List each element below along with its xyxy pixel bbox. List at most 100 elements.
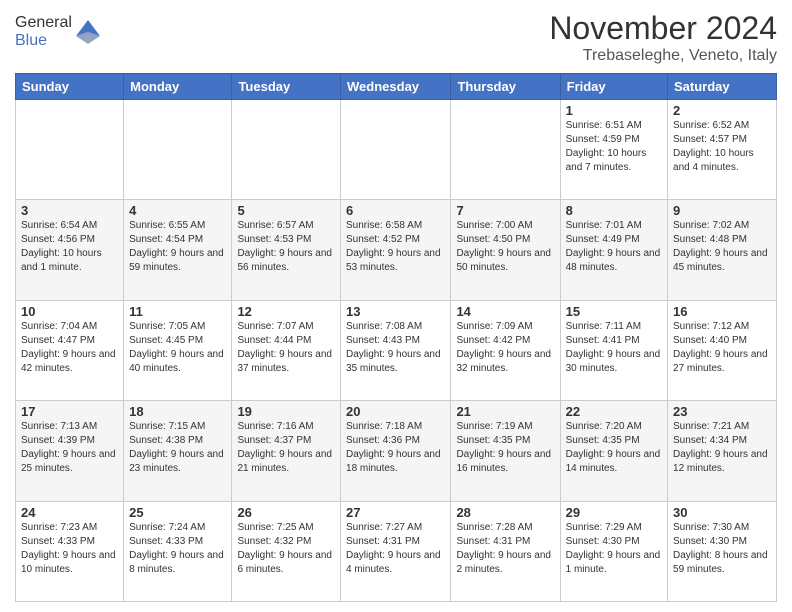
day-number: 24: [21, 505, 118, 520]
day-info: Sunrise: 7:01 AM Sunset: 4:49 PM Dayligh…: [566, 219, 662, 275]
logo: General Blue: [15, 14, 102, 50]
day-number: 15: [566, 304, 662, 319]
calendar-cell: 1Sunrise: 6:51 AM Sunset: 4:59 PM Daylig…: [560, 100, 667, 200]
calendar-cell: 25Sunrise: 7:24 AM Sunset: 4:33 PM Dayli…: [124, 501, 232, 601]
day-info: Sunrise: 7:05 AM Sunset: 4:45 PM Dayligh…: [129, 320, 226, 376]
calendar-cell: 14Sunrise: 7:09 AM Sunset: 4:42 PM Dayli…: [451, 300, 560, 400]
day-info: Sunrise: 7:25 AM Sunset: 4:32 PM Dayligh…: [237, 521, 335, 577]
day-number: 6: [346, 203, 445, 218]
calendar-cell: 13Sunrise: 7:08 AM Sunset: 4:43 PM Dayli…: [341, 300, 451, 400]
day-info: Sunrise: 7:27 AM Sunset: 4:31 PM Dayligh…: [346, 521, 445, 577]
calendar-header-row: SundayMondayTuesdayWednesdayThursdayFrid…: [16, 74, 777, 100]
day-number: 7: [456, 203, 554, 218]
title-block: November 2024 Trebaseleghe, Veneto, Ital…: [549, 10, 777, 65]
calendar-cell: 30Sunrise: 7:30 AM Sunset: 4:30 PM Dayli…: [668, 501, 777, 601]
calendar-week-row: 17Sunrise: 7:13 AM Sunset: 4:39 PM Dayli…: [16, 401, 777, 501]
calendar-cell: 9Sunrise: 7:02 AM Sunset: 4:48 PM Daylig…: [668, 200, 777, 300]
day-info: Sunrise: 7:16 AM Sunset: 4:37 PM Dayligh…: [237, 420, 335, 476]
weekday-header: Monday: [124, 74, 232, 100]
day-info: Sunrise: 7:15 AM Sunset: 4:38 PM Dayligh…: [129, 420, 226, 476]
calendar-cell: 15Sunrise: 7:11 AM Sunset: 4:41 PM Dayli…: [560, 300, 667, 400]
day-info: Sunrise: 7:07 AM Sunset: 4:44 PM Dayligh…: [237, 320, 335, 376]
day-number: 30: [673, 505, 771, 520]
weekday-header: Saturday: [668, 74, 777, 100]
calendar-cell: 6Sunrise: 6:58 AM Sunset: 4:52 PM Daylig…: [341, 200, 451, 300]
day-number: 20: [346, 404, 445, 419]
day-info: Sunrise: 7:28 AM Sunset: 4:31 PM Dayligh…: [456, 521, 554, 577]
weekday-header: Friday: [560, 74, 667, 100]
calendar-week-row: 3Sunrise: 6:54 AM Sunset: 4:56 PM Daylig…: [16, 200, 777, 300]
day-number: 3: [21, 203, 118, 218]
calendar-table: SundayMondayTuesdayWednesdayThursdayFrid…: [15, 73, 777, 602]
day-info: Sunrise: 6:57 AM Sunset: 4:53 PM Dayligh…: [237, 219, 335, 275]
day-number: 14: [456, 304, 554, 319]
calendar-cell: 27Sunrise: 7:27 AM Sunset: 4:31 PM Dayli…: [341, 501, 451, 601]
header: General Blue November 2024 Trebaseleghe,…: [15, 10, 777, 65]
day-info: Sunrise: 6:52 AM Sunset: 4:57 PM Dayligh…: [673, 119, 771, 175]
day-number: 10: [21, 304, 118, 319]
calendar-cell: [451, 100, 560, 200]
day-info: Sunrise: 7:12 AM Sunset: 4:40 PM Dayligh…: [673, 320, 771, 376]
logo-icon: [74, 18, 102, 46]
calendar-week-row: 1Sunrise: 6:51 AM Sunset: 4:59 PM Daylig…: [16, 100, 777, 200]
calendar-cell: 3Sunrise: 6:54 AM Sunset: 4:56 PM Daylig…: [16, 200, 124, 300]
day-number: 9: [673, 203, 771, 218]
day-info: Sunrise: 6:51 AM Sunset: 4:59 PM Dayligh…: [566, 119, 662, 175]
day-number: 2: [673, 103, 771, 118]
calendar-cell: 8Sunrise: 7:01 AM Sunset: 4:49 PM Daylig…: [560, 200, 667, 300]
day-number: 4: [129, 203, 226, 218]
day-info: Sunrise: 7:30 AM Sunset: 4:30 PM Dayligh…: [673, 521, 771, 577]
day-number: 16: [673, 304, 771, 319]
calendar-cell: [341, 100, 451, 200]
location-title: Trebaseleghe, Veneto, Italy: [549, 47, 777, 65]
calendar-week-row: 10Sunrise: 7:04 AM Sunset: 4:47 PM Dayli…: [16, 300, 777, 400]
logo-blue-text: Blue: [15, 32, 47, 49]
day-number: 12: [237, 304, 335, 319]
day-info: Sunrise: 7:19 AM Sunset: 4:35 PM Dayligh…: [456, 420, 554, 476]
calendar-cell: 5Sunrise: 6:57 AM Sunset: 4:53 PM Daylig…: [232, 200, 341, 300]
day-info: Sunrise: 7:24 AM Sunset: 4:33 PM Dayligh…: [129, 521, 226, 577]
calendar-cell: 21Sunrise: 7:19 AM Sunset: 4:35 PM Dayli…: [451, 401, 560, 501]
day-info: Sunrise: 6:54 AM Sunset: 4:56 PM Dayligh…: [21, 219, 118, 275]
calendar-cell: 24Sunrise: 7:23 AM Sunset: 4:33 PM Dayli…: [16, 501, 124, 601]
calendar-cell: 4Sunrise: 6:55 AM Sunset: 4:54 PM Daylig…: [124, 200, 232, 300]
day-number: 19: [237, 404, 335, 419]
logo-general-text: General: [15, 14, 72, 31]
day-info: Sunrise: 7:04 AM Sunset: 4:47 PM Dayligh…: [21, 320, 118, 376]
day-number: 26: [237, 505, 335, 520]
calendar-cell: [232, 100, 341, 200]
calendar-cell: 26Sunrise: 7:25 AM Sunset: 4:32 PM Dayli…: [232, 501, 341, 601]
day-number: 29: [566, 505, 662, 520]
calendar-cell: 11Sunrise: 7:05 AM Sunset: 4:45 PM Dayli…: [124, 300, 232, 400]
day-number: 25: [129, 505, 226, 520]
day-info: Sunrise: 7:11 AM Sunset: 4:41 PM Dayligh…: [566, 320, 662, 376]
day-info: Sunrise: 7:23 AM Sunset: 4:33 PM Dayligh…: [21, 521, 118, 577]
calendar-cell: 7Sunrise: 7:00 AM Sunset: 4:50 PM Daylig…: [451, 200, 560, 300]
day-info: Sunrise: 7:02 AM Sunset: 4:48 PM Dayligh…: [673, 219, 771, 275]
day-number: 27: [346, 505, 445, 520]
calendar-cell: 20Sunrise: 7:18 AM Sunset: 4:36 PM Dayli…: [341, 401, 451, 501]
calendar-cell: 2Sunrise: 6:52 AM Sunset: 4:57 PM Daylig…: [668, 100, 777, 200]
weekday-header: Thursday: [451, 74, 560, 100]
day-number: 17: [21, 404, 118, 419]
calendar-cell: 29Sunrise: 7:29 AM Sunset: 4:30 PM Dayli…: [560, 501, 667, 601]
day-info: Sunrise: 7:08 AM Sunset: 4:43 PM Dayligh…: [346, 320, 445, 376]
calendar-week-row: 24Sunrise: 7:23 AM Sunset: 4:33 PM Dayli…: [16, 501, 777, 601]
day-info: Sunrise: 7:18 AM Sunset: 4:36 PM Dayligh…: [346, 420, 445, 476]
day-info: Sunrise: 6:58 AM Sunset: 4:52 PM Dayligh…: [346, 219, 445, 275]
day-info: Sunrise: 7:21 AM Sunset: 4:34 PM Dayligh…: [673, 420, 771, 476]
day-info: Sunrise: 7:20 AM Sunset: 4:35 PM Dayligh…: [566, 420, 662, 476]
day-info: Sunrise: 7:09 AM Sunset: 4:42 PM Dayligh…: [456, 320, 554, 376]
calendar-cell: [124, 100, 232, 200]
calendar-cell: [16, 100, 124, 200]
day-number: 11: [129, 304, 226, 319]
day-number: 21: [456, 404, 554, 419]
calendar-cell: 23Sunrise: 7:21 AM Sunset: 4:34 PM Dayli…: [668, 401, 777, 501]
calendar-cell: 28Sunrise: 7:28 AM Sunset: 4:31 PM Dayli…: [451, 501, 560, 601]
day-number: 18: [129, 404, 226, 419]
day-info: Sunrise: 7:00 AM Sunset: 4:50 PM Dayligh…: [456, 219, 554, 275]
calendar-cell: 16Sunrise: 7:12 AM Sunset: 4:40 PM Dayli…: [668, 300, 777, 400]
calendar-cell: 12Sunrise: 7:07 AM Sunset: 4:44 PM Dayli…: [232, 300, 341, 400]
page: General Blue November 2024 Trebaseleghe,…: [0, 0, 792, 612]
calendar-cell: 22Sunrise: 7:20 AM Sunset: 4:35 PM Dayli…: [560, 401, 667, 501]
